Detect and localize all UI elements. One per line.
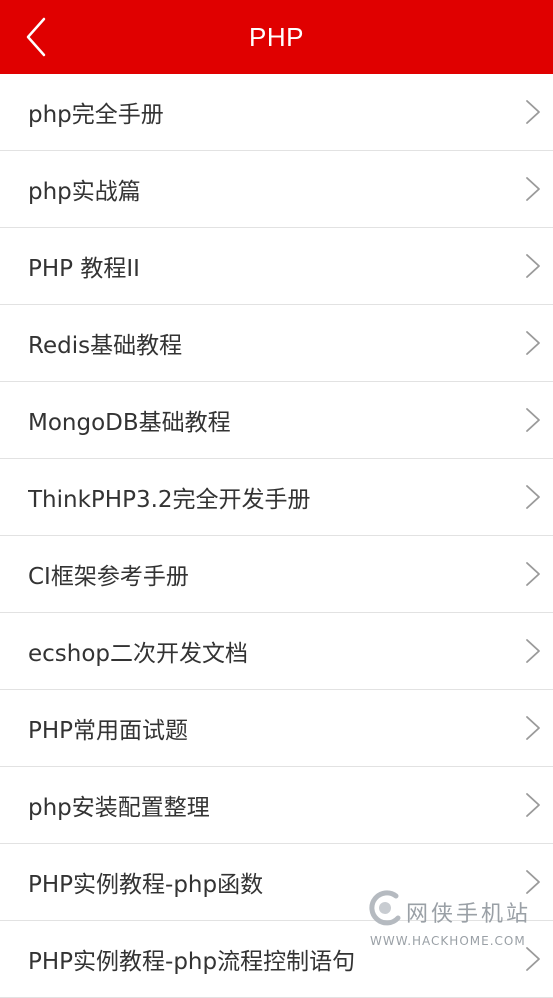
back-button[interactable] [14, 12, 58, 62]
list-item[interactable]: ecshop二次开发文档 [0, 613, 553, 690]
list-item-label: Redis基础教程 [28, 333, 183, 359]
list-item-label: PHP常用面试题 [28, 718, 189, 744]
list-item[interactable]: PHP 教程II [0, 228, 553, 305]
list-item-label: php安装配置整理 [28, 795, 210, 821]
list-item[interactable]: Redis基础教程 [0, 305, 553, 382]
list-item-label: PHP实例教程-php流程控制语句 [28, 949, 356, 975]
list-item-label: PHP实例教程-php函数 [28, 872, 264, 898]
list-item-label: PHP 教程II [28, 256, 140, 282]
chevron-right-icon [526, 100, 540, 124]
list-item[interactable]: php完全手册 [0, 74, 553, 151]
list-item[interactable]: ThinkPHP3.2完全开发手册 [0, 459, 553, 536]
chevron-right-icon [526, 793, 540, 817]
list-item-label: php实战篇 [28, 179, 141, 205]
list-item[interactable]: php实战篇 [0, 151, 553, 228]
course-list: php完全手册 php实战篇 PHP 教程II Redis基础教程 MongoD… [0, 74, 553, 998]
list-item[interactable]: PHP实例教程-php函数 [0, 844, 553, 921]
chevron-right-icon [526, 254, 540, 278]
list-item[interactable]: MongoDB基础教程 [0, 382, 553, 459]
list-item[interactable]: php安装配置整理 [0, 767, 553, 844]
chevron-right-icon [526, 331, 540, 355]
chevron-left-icon [26, 17, 46, 57]
list-item[interactable]: PHP常用面试题 [0, 690, 553, 767]
list-item-label: php完全手册 [28, 102, 164, 128]
page-title: PHP [249, 21, 304, 52]
chevron-right-icon [526, 562, 540, 586]
list-item[interactable]: PHP实例教程-php流程控制语句 [0, 921, 553, 998]
chevron-right-icon [526, 716, 540, 740]
chevron-right-icon [526, 947, 540, 971]
chevron-right-icon [526, 639, 540, 663]
chevron-right-icon [526, 485, 540, 509]
list-item-label: ThinkPHP3.2完全开发手册 [28, 487, 311, 513]
chevron-right-icon [526, 408, 540, 432]
chevron-right-icon [526, 870, 540, 894]
list-item[interactable]: CI框架参考手册 [0, 536, 553, 613]
list-item-label: MongoDB基础教程 [28, 410, 231, 436]
list-item-label: ecshop二次开发文档 [28, 641, 249, 667]
chevron-right-icon [526, 177, 540, 201]
app-header: PHP [0, 0, 553, 74]
list-item-label: CI框架参考手册 [28, 564, 189, 590]
